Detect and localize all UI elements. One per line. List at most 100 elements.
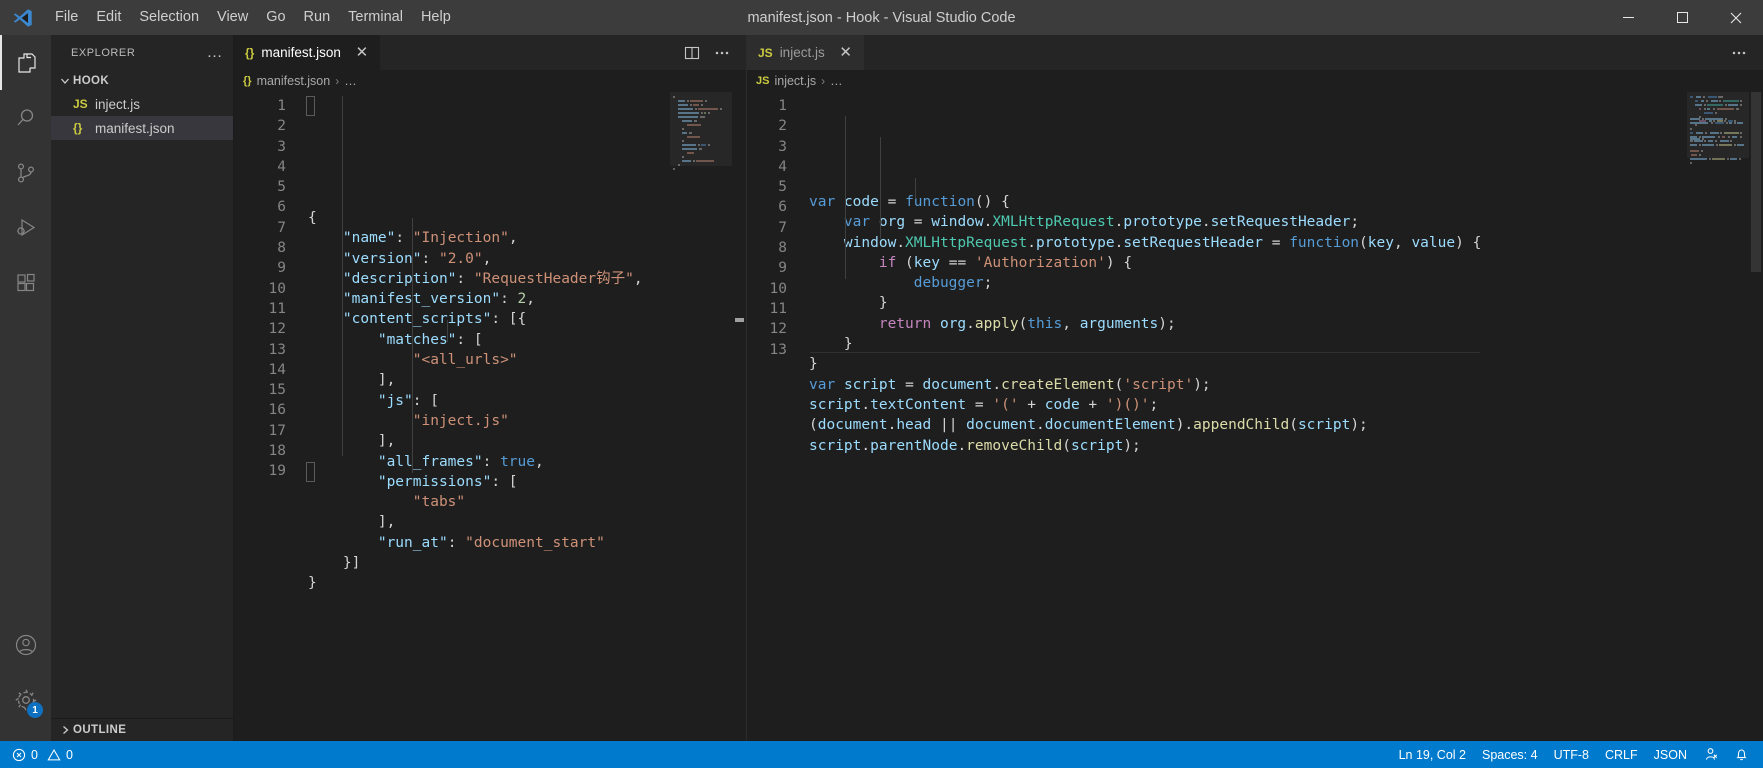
code-line[interactable]: ],: [304, 512, 746, 532]
warning-icon: [47, 748, 61, 762]
code-line[interactable]: if (key == 'Authorization') {: [805, 253, 1763, 273]
code-line[interactable]: "<all_urls>": [304, 350, 746, 370]
editor-more-actions-button[interactable]: [1725, 39, 1753, 67]
code-content-left[interactable]: { "name": "Injection", "version": "2.0",…: [304, 92, 746, 741]
line-number: 17: [268, 422, 286, 439]
code-line[interactable]: "version": "2.0",: [304, 249, 746, 269]
menu-selection[interactable]: Selection: [130, 0, 208, 35]
status-problems[interactable]: 0 0: [4, 741, 81, 768]
tab-inject-js[interactable]: JS inject.js ✕: [747, 35, 865, 70]
status-encoding[interactable]: UTF-8: [1546, 741, 1597, 768]
activity-search[interactable]: [0, 90, 51, 145]
close-button[interactable]: [1709, 0, 1763, 35]
code-line[interactable]: "permissions": [: [304, 472, 746, 492]
code-line[interactable]: script.textContent = '(' + code + ')()';: [805, 395, 1763, 415]
activity-manage-settings[interactable]: 1: [0, 672, 51, 727]
code-line[interactable]: }: [805, 293, 1763, 313]
sidebar-file-inject-js[interactable]: JS inject.js: [51, 92, 233, 116]
code-token: XMLHttpRequest: [992, 214, 1115, 231]
menu-view[interactable]: View: [208, 0, 257, 35]
code-token: : [: [412, 392, 439, 409]
status-notifications[interactable]: [1726, 741, 1757, 768]
code-line[interactable]: ],: [304, 370, 746, 390]
breadcrumb-trail[interactable]: …: [344, 74, 357, 88]
editor-scrollbar-left[interactable]: [732, 92, 746, 741]
breadcrumb-trail[interactable]: …: [830, 74, 843, 88]
code-line[interactable]: script.parentNode.removeChild(script);: [805, 436, 1763, 456]
code-token: prototype: [1036, 234, 1115, 251]
code-line[interactable]: (document.head || document.documentEleme…: [805, 415, 1763, 435]
menu-edit[interactable]: Edit: [87, 0, 130, 35]
code-line[interactable]: "manifest_version": 2,: [304, 289, 746, 309]
code-line[interactable]: {: [304, 208, 746, 228]
status-indentation[interactable]: Spaces: 4: [1474, 741, 1546, 768]
code-token: ,: [482, 250, 492, 267]
tabs-bar-left: {} manifest.json ✕: [234, 35, 746, 70]
close-icon[interactable]: ✕: [354, 45, 370, 60]
code-line[interactable]: "description": "RequestHeader钩子",: [304, 269, 746, 289]
sidebar-file-manifest-json[interactable]: {} manifest.json: [51, 116, 233, 140]
menu-run[interactable]: Run: [295, 0, 340, 35]
maximize-button[interactable]: [1655, 0, 1709, 35]
code-token: script: [809, 437, 862, 454]
minimap-slider[interactable]: [670, 92, 732, 166]
editor-scrollbar-right[interactable]: [1749, 92, 1763, 741]
menu-help[interactable]: Help: [412, 0, 460, 35]
code-token: key: [1367, 234, 1394, 251]
code-line[interactable]: "run_at": "document_start": [304, 533, 746, 553]
tab-manifest-json[interactable]: {} manifest.json ✕: [234, 35, 381, 70]
activity-accounts[interactable]: [0, 617, 51, 672]
status-cursor-position[interactable]: Ln 19, Col 2: [1391, 741, 1474, 768]
code-line[interactable]: return org.apply(this, arguments);: [805, 314, 1763, 334]
code-line[interactable]: }: [304, 573, 746, 593]
breadcrumb-file[interactable]: inject.js: [774, 74, 816, 88]
sidebar-more-actions-button[interactable]: …: [206, 44, 223, 61]
code-line[interactable]: "name": "Injection",: [304, 228, 746, 248]
breadcrumb-left: {} manifest.json › …: [234, 70, 746, 92]
code-line[interactable]: "inject.js": [304, 411, 746, 431]
code-line[interactable]: }]: [304, 553, 746, 573]
code-line[interactable]: window.XMLHttpRequest.prototype.setReque…: [805, 233, 1763, 253]
code-line[interactable]: }: [805, 354, 1763, 374]
scrollbar-thumb[interactable]: [1751, 92, 1761, 272]
code-line[interactable]: "matches": [: [304, 330, 746, 350]
code-editor-left[interactable]: 1 2 3 4 5 6 7 8 9 10 11 12 13 14 15 16 17 18 19 { "name": …: [234, 92, 746, 741]
code-line[interactable]: var org = window.XMLHttpRequest.prototyp…: [805, 212, 1763, 232]
code-line[interactable]: var script = document.createElement('scr…: [805, 375, 1763, 395]
activity-run-debug[interactable]: [0, 200, 51, 255]
close-icon[interactable]: ✕: [838, 45, 854, 60]
workbench-body: 1 EXPLORER … HOOK JS inject.js {} manife…: [0, 35, 1763, 741]
code-line[interactable]: var code = function() {: [805, 192, 1763, 212]
menu-terminal[interactable]: Terminal: [339, 0, 412, 35]
code-line[interactable]: "all_frames": true,: [304, 452, 746, 472]
menu-go[interactable]: Go: [257, 0, 294, 35]
editor-more-actions-button[interactable]: [708, 39, 736, 67]
code-line[interactable]: "tabs": [304, 492, 746, 512]
status-eol[interactable]: CRLF: [1597, 741, 1646, 768]
code-token: "RequestHeader钩子": [473, 270, 634, 287]
activity-extensions[interactable]: [0, 255, 51, 310]
split-editor-button[interactable]: [678, 39, 706, 67]
status-language-mode[interactable]: JSON: [1646, 741, 1695, 768]
explorer-folder-hook[interactable]: HOOK: [51, 70, 233, 92]
code-line[interactable]: "content_scripts": [{: [304, 309, 746, 329]
minimize-button[interactable]: [1601, 0, 1655, 35]
line-number: 3: [277, 138, 286, 155]
status-live-share[interactable]: [1695, 741, 1726, 768]
code-line[interactable]: debugger;: [805, 273, 1763, 293]
code-line[interactable]: ],: [304, 431, 746, 451]
activity-explorer[interactable]: [0, 35, 51, 90]
code-token: =: [913, 214, 923, 231]
code-editor-right[interactable]: 1 2 3 4 5 6 7 8 9 10 11 12 13 var code = function() …: [747, 92, 1763, 741]
ellipsis-icon: [1731, 45, 1747, 61]
code-line[interactable]: "js": [: [304, 391, 746, 411]
sidebar-outline-section[interactable]: OUTLINE: [51, 718, 233, 741]
minimap-slider[interactable]: [1687, 92, 1749, 158]
menu-file[interactable]: File: [46, 0, 87, 35]
code-content-right[interactable]: var code = function() { var org = window…: [805, 92, 1763, 741]
breadcrumb-file[interactable]: manifest.json: [257, 74, 331, 88]
activity-source-control[interactable]: [0, 145, 51, 200]
